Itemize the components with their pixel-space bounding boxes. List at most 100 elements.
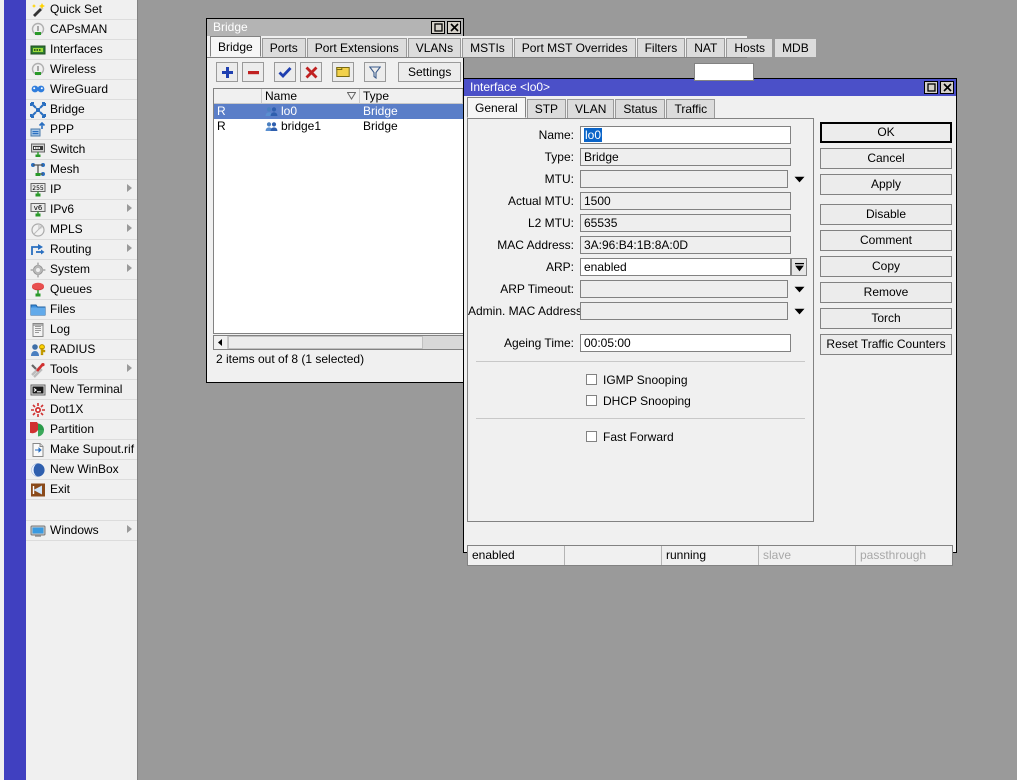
sidebar-item-radius[interactable]: RADIUS — [26, 340, 137, 360]
dropdown-button[interactable] — [791, 258, 807, 276]
disable-button[interactable] — [300, 62, 322, 82]
field-input-arp-timeout[interactable] — [580, 280, 788, 298]
sidebar-item-partition[interactable]: Partition — [26, 420, 137, 440]
sidebar-item-queues[interactable]: Queues — [26, 280, 137, 300]
status-cell: running — [662, 546, 759, 565]
field-input-mtu[interactable] — [580, 170, 788, 188]
settings-button[interactable]: Settings — [398, 62, 462, 82]
field-input-ageing-time[interactable]: 00:05:00 — [580, 334, 791, 352]
checkbox-row[interactable]: IGMP Snooping — [468, 369, 813, 390]
sidebar-item-mesh[interactable]: Mesh — [26, 160, 137, 180]
sidebar-item-mpls[interactable]: MPLS — [26, 220, 137, 240]
sidebar-item-quick-set[interactable]: Quick Set — [26, 0, 137, 20]
checkbox-row[interactable]: DHCP Snooping — [468, 390, 813, 411]
interface-close-button[interactable] — [940, 81, 954, 94]
interface-tab-general[interactable]: General — [467, 97, 526, 118]
enable-button[interactable] — [274, 62, 296, 82]
bridge-icon — [29, 101, 46, 118]
sidebar-item-make-supout-rif[interactable]: Make Supout.rif — [26, 440, 137, 460]
status-cell: enabled — [468, 546, 565, 565]
field-input-type[interactable]: Bridge — [580, 148, 791, 166]
field-input-name[interactable]: lo0 — [580, 126, 791, 144]
sidebar-item-windows[interactable]: Windows — [26, 521, 137, 541]
scroll-left-icon[interactable] — [214, 336, 228, 349]
bridge-col-type[interactable]: Type — [360, 89, 463, 103]
sidebar-item-exit[interactable]: Exit — [26, 480, 137, 500]
apply-button[interactable]: Apply — [820, 174, 952, 195]
sidebar-item-routing[interactable]: Routing — [26, 240, 137, 260]
interface-tab-status[interactable]: Status — [615, 99, 666, 118]
cancel-button[interactable]: Cancel — [820, 148, 952, 169]
sidebar-item-switch[interactable]: Switch — [26, 140, 137, 160]
interface-tab-stp[interactable]: STP — [526, 99, 567, 118]
bridge-tab-port-mst-overrides[interactable]: Port MST Overrides — [513, 38, 636, 57]
bridge-tab-filters[interactable]: Filters — [636, 38, 686, 57]
checkbox-dhcp-snooping[interactable] — [586, 395, 597, 406]
sidebar-item-tools[interactable]: Tools — [26, 360, 137, 380]
comment-button[interactable] — [332, 62, 354, 82]
sidebar-item-label: New WinBox — [50, 462, 119, 476]
sidebar-item-files[interactable]: Files — [26, 300, 137, 320]
checkbox-fast-forward[interactable] — [586, 431, 597, 442]
bridge-horizontal-scrollbar[interactable] — [213, 335, 463, 350]
interface-maximize-button[interactable] — [924, 81, 938, 94]
scrollbar-thumb[interactable] — [228, 336, 423, 349]
ok-button[interactable]: OK — [820, 122, 952, 143]
bridge-tab-hosts[interactable]: Hosts — [726, 38, 774, 57]
bridge-tab-port-extensions[interactable]: Port Extensions — [306, 38, 407, 57]
comment-button[interactable]: Comment — [820, 230, 952, 251]
bridge-list-table[interactable]: Name Type Rlo0 Bridge Rbridge1 Bridge — [213, 88, 463, 334]
bridge-tab-mdb[interactable]: MDB — [774, 38, 817, 57]
reset-traffic-counters-button[interactable]: Reset Traffic Counters — [820, 334, 952, 355]
torch-button[interactable]: Torch — [820, 308, 952, 329]
bridge-maximize-button[interactable] — [431, 21, 445, 34]
remove-button[interactable]: Remove — [820, 282, 952, 303]
copy-button[interactable]: Copy — [820, 256, 952, 277]
sidebar-item-system[interactable]: System — [26, 260, 137, 280]
bridge-col-name[interactable]: Name — [262, 89, 360, 103]
sidebar-item-new-winbox[interactable]: New WinBox — [26, 460, 137, 480]
field-input-arp[interactable]: enabled — [580, 258, 791, 276]
sidebar-item-interfaces[interactable]: Interfaces — [26, 40, 137, 60]
field-input-actual-mtu[interactable]: 1500 — [580, 192, 791, 210]
bridge-tab-mstis[interactable]: MSTIs — [462, 38, 513, 57]
filter-button[interactable] — [364, 62, 386, 82]
chevron-down-icon[interactable] — [791, 302, 807, 320]
sidebar-item-ppp[interactable]: PPP — [26, 120, 137, 140]
nic-card-icon — [29, 42, 46, 58]
bridge-tab-ports[interactable]: Ports — [261, 38, 306, 57]
bridge-table-header: Name Type — [214, 89, 463, 104]
bridge-tab-nat[interactable]: NAT — [686, 38, 726, 57]
add-button[interactable] — [216, 62, 238, 82]
sidebar-item-log[interactable]: Log — [26, 320, 137, 340]
table-row[interactable]: Rbridge1 Bridge — [214, 119, 463, 134]
checkbox-igmp-snooping[interactable] — [586, 374, 597, 385]
bridge-col-flag[interactable] — [214, 89, 262, 103]
interface-tab-vlan[interactable]: VLAN — [567, 99, 615, 118]
sidebar-item-dot1x[interactable]: Dot1X — [26, 400, 137, 420]
table-row[interactable]: Rlo0 Bridge — [214, 104, 463, 119]
sidebar-item-new-terminal[interactable]: New Terminal — [26, 380, 137, 400]
checkbox-row[interactable]: Fast Forward — [468, 426, 813, 447]
bridge-tab-bridge[interactable]: Bridge — [210, 36, 261, 57]
sidebar-item-bridge[interactable]: Bridge — [26, 100, 137, 120]
sidebar-item-wireguard[interactable]: WireGuard — [26, 80, 137, 100]
sidebar-item-ip[interactable]: 255 IP — [26, 180, 137, 200]
remove-button[interactable] — [242, 62, 264, 82]
sidebar-menu: Quick Set CAPsMAN Interfaces Wireless WireGu… — [26, 0, 137, 780]
field-input-admin-mac-address[interactable] — [580, 302, 788, 320]
field-input-mac-address[interactable]: 3A:96:B4:1B:8A:0D — [580, 236, 791, 254]
sidebar-item-capsman[interactable]: CAPsMAN — [26, 20, 137, 40]
bridge-close-button[interactable] — [447, 21, 461, 34]
bridge-tab-vlans[interactable]: VLANs — [407, 38, 462, 57]
scrollbar-track[interactable] — [423, 336, 463, 349]
sidebar-item-label: Dot1X — [50, 402, 84, 416]
disable-button[interactable]: Disable — [820, 204, 952, 225]
chevron-down-icon[interactable] — [791, 170, 807, 188]
field-input-l2-mtu[interactable]: 65535 — [580, 214, 791, 232]
sidebar-item-ipv6[interactable]: v6 IPv6 — [26, 200, 137, 220]
sidebar-item-wireless[interactable]: Wireless — [26, 60, 137, 80]
interface-tab-traffic[interactable]: Traffic — [666, 99, 716, 118]
bridge-window-titlebar[interactable]: Bridge — [207, 19, 463, 36]
chevron-down-icon[interactable] — [791, 280, 807, 298]
